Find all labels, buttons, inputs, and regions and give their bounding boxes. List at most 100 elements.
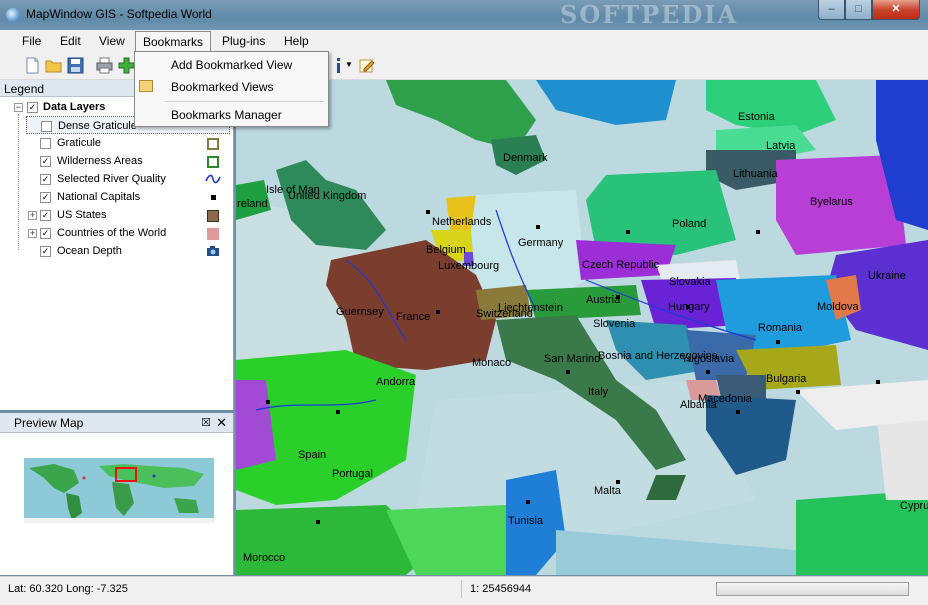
map-label: Malta — [594, 485, 621, 497]
map-label: Spain — [298, 449, 327, 461]
bookmarked-views-item[interactable]: Bookmarked Views — [171, 80, 274, 94]
map-label: Latvia — [766, 140, 796, 152]
layer-checkbox[interactable]: ✓ — [40, 210, 51, 221]
map-label: Luxembourg — [438, 260, 500, 272]
expand-icon[interactable]: + — [28, 211, 37, 220]
pin-icon[interactable]: ☒ — [201, 416, 211, 429]
wilderness-symbol-icon — [207, 156, 219, 168]
identify-dropdown-arrow-icon[interactable]: ▼ — [345, 60, 353, 69]
bookmarks-manager-item[interactable]: Bookmarks Manager — [171, 108, 282, 122]
map-label: Estonia — [738, 111, 775, 123]
menu-separator — [165, 101, 324, 102]
coordinates-readout: Lat: 60.320 Long: -7.325 — [8, 583, 128, 595]
layer-checkbox[interactable] — [40, 138, 51, 149]
layer-label: Dense Graticule — [58, 120, 137, 132]
map-label: Germany — [518, 237, 564, 249]
river-line-symbol-icon — [205, 174, 221, 184]
layer-checkbox[interactable] — [41, 121, 52, 132]
layer-checkbox[interactable]: ✓ — [40, 228, 51, 239]
preview-world-map[interactable] — [24, 458, 214, 523]
expand-icon[interactable]: + — [28, 229, 37, 238]
group-label: Data Layers — [43, 101, 106, 113]
map-label: Byelarus — [810, 196, 853, 208]
layer-row-graticule[interactable]: Graticule — [26, 134, 230, 152]
title-bar: MapWindow GIS - Softpedia World SOFTPEDI… — [0, 0, 928, 30]
edit-note-icon[interactable] — [358, 57, 375, 74]
map-label: France — [396, 311, 431, 323]
status-separator — [461, 580, 462, 598]
map-label: Italy — [588, 386, 609, 398]
map-canvas — [236, 80, 928, 575]
layer-label: Ocean Depth — [57, 245, 122, 257]
app-globe-icon — [6, 8, 20, 22]
print-icon[interactable] — [96, 57, 113, 74]
map-label: Belgium — [426, 244, 466, 256]
status-bar: Lat: 60.320 Long: -7.325 1: 25456944 — [0, 576, 928, 605]
map-label: Tunisia — [508, 515, 544, 527]
map-label: Yugoslavia — [681, 353, 735, 365]
map-label: Poland — [672, 218, 707, 230]
menu-plugins[interactable]: Plug-ins — [222, 34, 265, 48]
scale-readout: 1: 25456944 — [470, 583, 532, 595]
add-layer-icon[interactable] — [118, 57, 135, 74]
layer-checkbox[interactable]: ✓ — [40, 156, 51, 167]
map-label: Slovenia — [593, 318, 636, 330]
maximize-button[interactable]: □ — [845, 0, 872, 20]
map-label: Monaco — [472, 357, 512, 369]
new-document-icon[interactable] — [24, 57, 41, 74]
preview-header: Preview Map ☒ ✕ — [0, 413, 233, 433]
group-checkbox[interactable]: ✓ — [27, 102, 38, 113]
map-label: Netherlands — [432, 216, 492, 228]
us-states-symbol-icon — [207, 210, 219, 222]
preview-title: Preview Map — [14, 416, 84, 430]
graticule-symbol-icon — [207, 138, 219, 150]
map-label: Bulgaria — [766, 373, 807, 385]
menu-bookmarks[interactable]: Bookmarks — [135, 31, 212, 52]
layer-label: Selected River Quality — [57, 173, 166, 185]
map-label: Morocco — [243, 552, 286, 564]
map-label: Hungary — [668, 301, 710, 313]
layer-label: Graticule — [57, 137, 102, 149]
menu-view[interactable]: View — [99, 34, 125, 48]
collapse-icon[interactable]: − — [14, 103, 23, 112]
layer-label: US States — [57, 209, 107, 221]
layer-label: National Capitals — [57, 191, 141, 203]
layer-label: Countries of the World — [57, 227, 167, 239]
layer-row-ocean-depth[interactable]: ✓ Ocean Depth — [26, 242, 230, 260]
minimize-button[interactable]: – — [818, 0, 845, 20]
layer-row-wilderness[interactable]: ✓ Wilderness Areas — [26, 152, 230, 170]
save-icon[interactable] — [67, 57, 84, 74]
layer-checkbox[interactable]: ✓ — [40, 174, 51, 185]
layer-checkbox[interactable]: ✓ — [40, 192, 51, 203]
layer-row-us-states[interactable]: + ✓ US States — [26, 206, 230, 224]
map-label: Denmark — [503, 152, 548, 164]
map-label: Ukraine — [868, 270, 906, 282]
map-label: Andorra — [376, 376, 416, 388]
close-preview-icon[interactable]: ✕ — [216, 415, 227, 431]
tree-connector — [18, 114, 19, 250]
menu-help[interactable]: Help — [284, 34, 309, 48]
open-folder-icon[interactable] — [45, 57, 62, 74]
progress-bar — [716, 582, 909, 596]
map-label: Slovakia — [669, 276, 711, 288]
map-label: Cyprus — [900, 500, 928, 512]
map-label: Czech Republic — [582, 259, 660, 271]
map-view[interactable]: Estonia Latvia Denmark Lithuania Byelaru… — [236, 80, 928, 575]
layer-row-river-quality[interactable]: ✓ Selected River Quality — [26, 170, 230, 188]
softpedia-watermark: SOFTPEDIA — [560, 0, 739, 29]
close-button[interactable]: ✕ — [872, 0, 920, 20]
map-label: Guernsey — [336, 306, 384, 318]
raster-camera-icon — [207, 246, 219, 256]
map-label: Romania — [758, 322, 803, 334]
map-label: United Kingdom — [288, 190, 367, 202]
menu-file[interactable]: File — [22, 34, 41, 48]
add-bookmarked-view-item[interactable]: Add Bookmarked View — [171, 58, 292, 72]
layer-row-countries[interactable]: + ✓ Countries of the World — [26, 224, 230, 242]
legend-panel: Legend − ✓ Data Layers Dense Graticule G… — [0, 80, 234, 410]
map-label: Switzerland — [476, 308, 533, 320]
countries-symbol-icon — [207, 228, 219, 240]
layer-label: Wilderness Areas — [57, 155, 143, 167]
layer-row-capitals[interactable]: ✓ National Capitals — [26, 188, 230, 206]
menu-edit[interactable]: Edit — [60, 34, 81, 48]
layer-checkbox[interactable]: ✓ — [40, 246, 51, 257]
